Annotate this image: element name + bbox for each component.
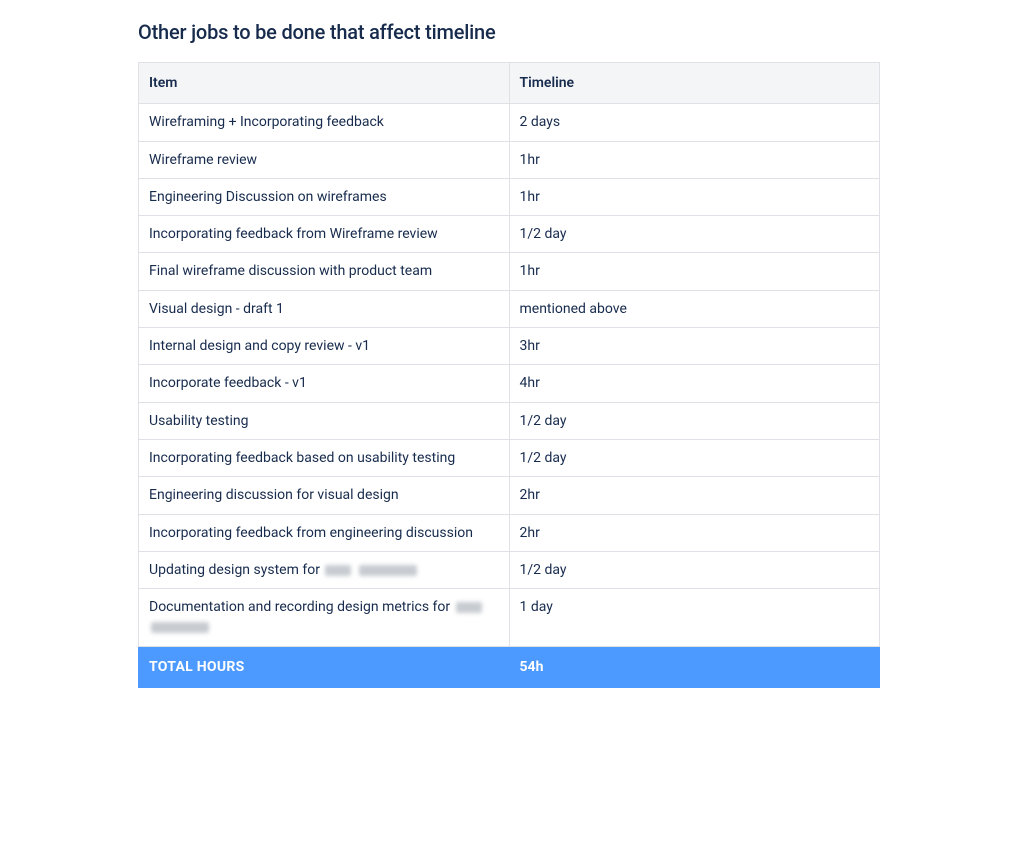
cell-item: Wireframing + Incorporating feedback <box>139 104 510 141</box>
cell-timeline: 2hr <box>509 514 880 551</box>
page-title: Other jobs to be done that affect timeli… <box>138 20 880 44</box>
cell-timeline: mentioned above <box>509 290 880 327</box>
total-value: 54h <box>509 646 880 687</box>
cell-item: Incorporating feedback from Wireframe re… <box>139 216 510 253</box>
table-row: Wireframe review1hr <box>139 141 880 178</box>
table-row: Incorporate feedback - v14hr <box>139 365 880 402</box>
cell-timeline: 4hr <box>509 365 880 402</box>
cell-timeline: 1/2 day <box>509 216 880 253</box>
table-row: Updating design system for 1/2 day <box>139 551 880 588</box>
cell-item: Documentation and recording design metri… <box>139 589 510 647</box>
cell-timeline: 1/2 day <box>509 402 880 439</box>
table-row: Wireframing + Incorporating feedback2 da… <box>139 104 880 141</box>
cell-timeline: 3hr <box>509 328 880 365</box>
redacted-text <box>325 565 351 576</box>
table-row: Incorporating feedback from Wireframe re… <box>139 216 880 253</box>
redacted-text <box>456 602 482 613</box>
cell-item: Updating design system for <box>139 551 510 588</box>
total-label: TOTAL HOURS <box>139 646 510 687</box>
table-row: Incorporating feedback based on usabilit… <box>139 439 880 476</box>
cell-timeline: 2 days <box>509 104 880 141</box>
cell-timeline: 1hr <box>509 141 880 178</box>
table-row: Documentation and recording design metri… <box>139 589 880 647</box>
column-header-timeline: Timeline <box>509 63 880 104</box>
table-row: Engineering discussion for visual design… <box>139 477 880 514</box>
table-header-row: Item Timeline <box>139 63 880 104</box>
cell-timeline: 1 day <box>509 589 880 647</box>
cell-item: Final wireframe discussion with product … <box>139 253 510 290</box>
cell-item: Incorporating feedback based on usabilit… <box>139 439 510 476</box>
table-row: Visual design - draft 1mentioned above <box>139 290 880 327</box>
cell-timeline: 2hr <box>509 477 880 514</box>
cell-item: Visual design - draft 1 <box>139 290 510 327</box>
redacted-text <box>151 622 209 633</box>
cell-timeline: 1hr <box>509 253 880 290</box>
table-row: Usability testing1/2 day <box>139 402 880 439</box>
cell-item: Incorporating feedback from engineering … <box>139 514 510 551</box>
cell-timeline: 1/2 day <box>509 551 880 588</box>
table-row: Incorporating feedback from engineering … <box>139 514 880 551</box>
cell-timeline: 1/2 day <box>509 439 880 476</box>
table-row: Engineering Discussion on wireframes1hr <box>139 178 880 215</box>
column-header-item: Item <box>139 63 510 104</box>
cell-item: Engineering Discussion on wireframes <box>139 178 510 215</box>
content-container: Other jobs to be done that affect timeli… <box>138 20 880 688</box>
cell-item: Internal design and copy review - v1 <box>139 328 510 365</box>
cell-item: Wireframe review <box>139 141 510 178</box>
cell-timeline: 1hr <box>509 178 880 215</box>
table-row: Internal design and copy review - v13hr <box>139 328 880 365</box>
total-row: TOTAL HOURS54h <box>139 646 880 687</box>
redacted-text <box>359 565 417 576</box>
cell-item: Engineering discussion for visual design <box>139 477 510 514</box>
cell-item: Incorporate feedback - v1 <box>139 365 510 402</box>
timeline-table: Item Timeline Wireframing + Incorporatin… <box>138 62 880 688</box>
table-row: Final wireframe discussion with product … <box>139 253 880 290</box>
cell-item: Usability testing <box>139 402 510 439</box>
